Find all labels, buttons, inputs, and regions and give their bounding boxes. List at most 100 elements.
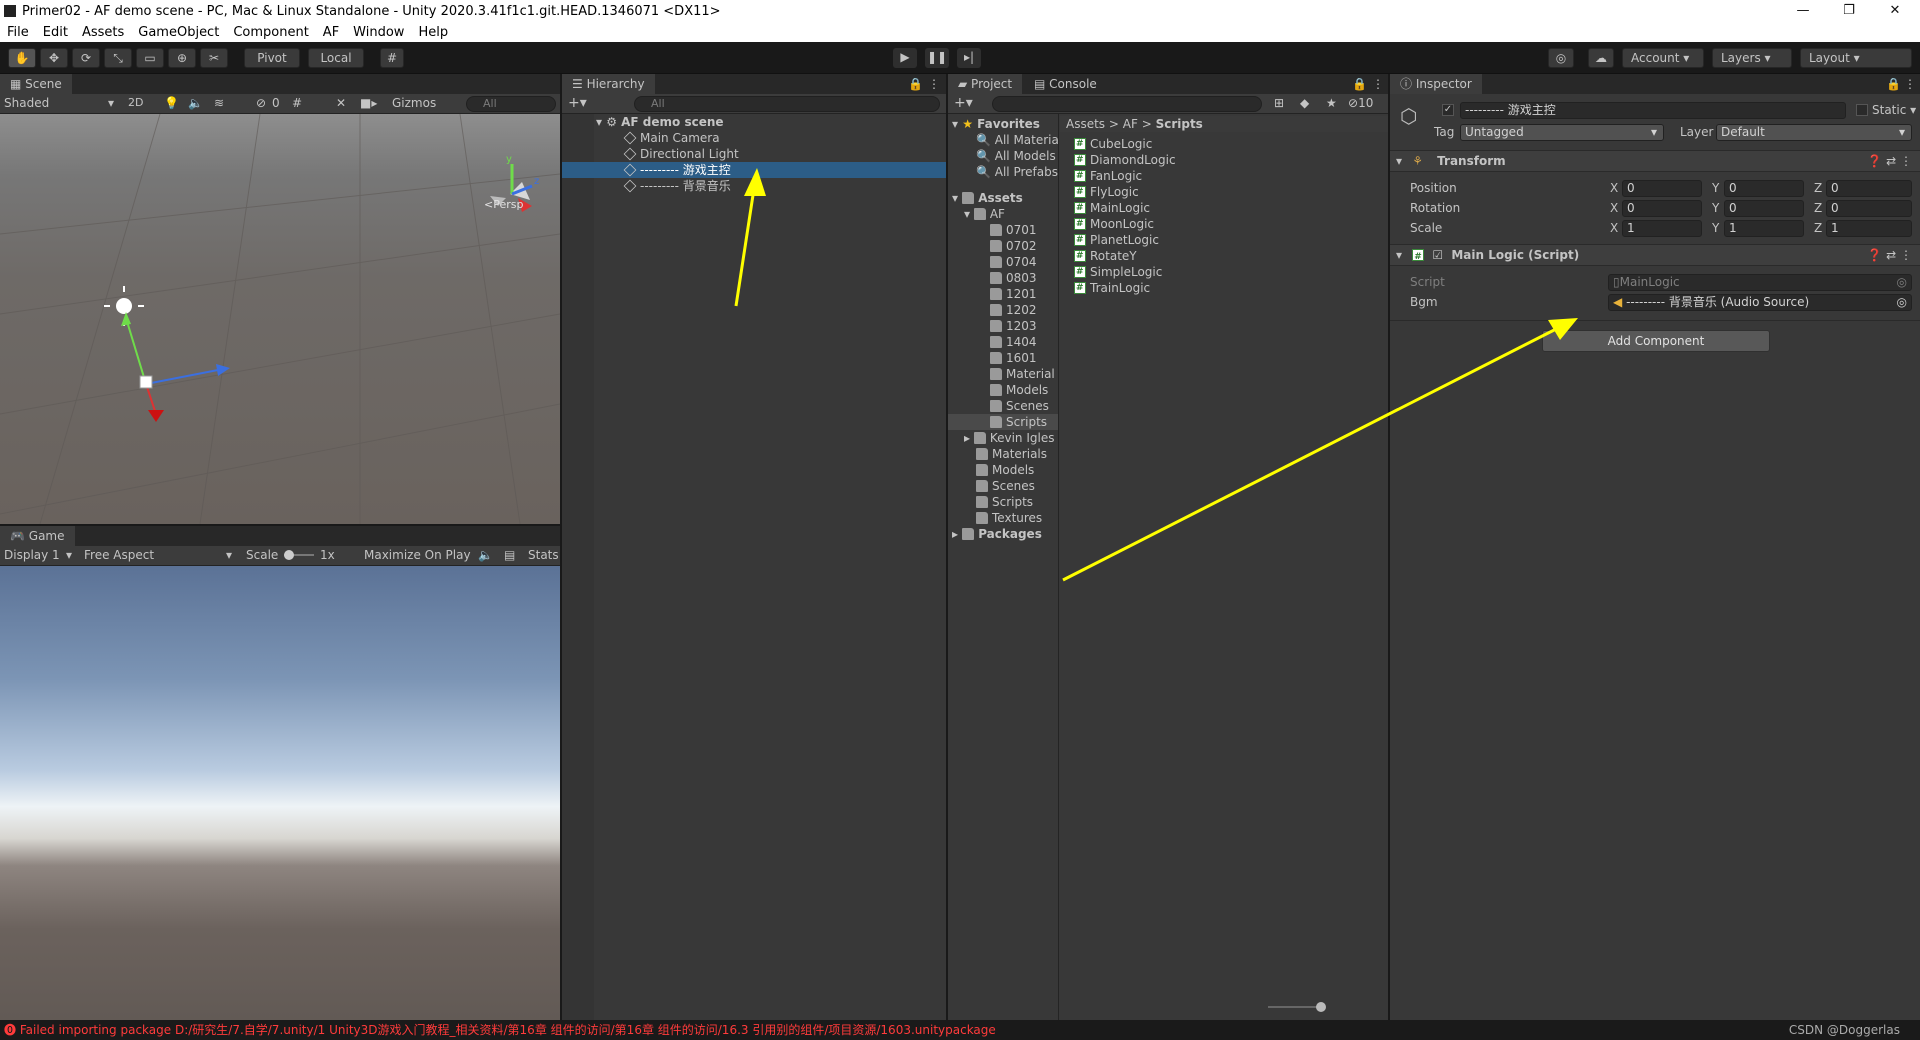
favorite-item[interactable]: 🔍 All Models: [976, 148, 1056, 164]
hidden-packages-icon[interactable]: ⊘10: [1348, 96, 1373, 110]
tab-hierarchy[interactable]: ☰ Hierarchy: [562, 74, 655, 94]
object-picker-icon[interactable]: ◎: [1897, 295, 1907, 310]
tab-scene[interactable]: ▦ Scene: [0, 74, 72, 94]
script-item[interactable]: MoonLogic: [1074, 216, 1154, 232]
project-search-input[interactable]: [992, 96, 1262, 112]
tab-inspector[interactable]: ⓘ Inspector: [1390, 74, 1482, 94]
script-item[interactable]: FanLogic: [1074, 168, 1142, 184]
filter-label-icon[interactable]: ◆: [1300, 96, 1309, 110]
pos-x-field[interactable]: 0: [1622, 180, 1702, 197]
project-create-button[interactable]: +▾: [954, 95, 973, 111]
status-bar[interactable]: ⓿ Failed importing package D:/研究生/7.自学/7…: [0, 1020, 1920, 1040]
step-button[interactable]: ▸|: [957, 48, 981, 68]
pos-y-field[interactable]: 0: [1724, 180, 1804, 197]
folder-item[interactable]: Models: [990, 382, 1048, 398]
pivot-toggle[interactable]: Pivot: [244, 48, 300, 68]
favorites-row[interactable]: ▾ ★ Favorites: [952, 116, 1040, 132]
folder-item[interactable]: 0702: [990, 238, 1037, 254]
folder-item[interactable]: Scenes: [990, 398, 1049, 414]
lock-icon[interactable]: 🔒: [1886, 77, 1901, 91]
game-viewport[interactable]: [0, 566, 560, 1020]
folder-item[interactable]: 1202: [990, 302, 1037, 318]
2d-toggle[interactable]: 2D: [128, 96, 143, 109]
menu-component[interactable]: Component: [226, 25, 315, 40]
hierarchy-search-input[interactable]: All: [634, 96, 940, 112]
tab-console[interactable]: ▤ Console: [1024, 74, 1107, 94]
lock-icon[interactable]: 🔒: [1352, 77, 1367, 91]
asset-folder-row[interactable]: Models: [976, 462, 1034, 478]
icon-size-slider-track[interactable]: [1268, 1006, 1320, 1008]
maximize-toggle[interactable]: Maximize On Play: [364, 548, 471, 562]
component-enabled-checkbox[interactable]: ☑: [1432, 248, 1443, 262]
rot-y-field[interactable]: 0: [1724, 200, 1804, 217]
cloud-icon[interactable]: ☁: [1588, 48, 1614, 68]
menu-help[interactable]: Help: [411, 25, 455, 40]
rotate-tool-icon[interactable]: ⟳: [72, 48, 100, 68]
component-menu-icons[interactable]: ❓ ⇄ ⋮: [1867, 151, 1912, 171]
assets-row[interactable]: ▾ Assets: [952, 190, 1023, 206]
mute-audio-icon[interactable]: 🔈: [478, 548, 493, 562]
tools-icon[interactable]: ✕: [336, 96, 346, 110]
tab-project[interactable]: ▰ Project: [948, 74, 1023, 94]
favorite-item[interactable]: 🔍 All Materia: [976, 132, 1059, 148]
folder-item-selected[interactable]: Scripts: [948, 414, 1058, 430]
script-item[interactable]: CubeLogic: [1074, 136, 1152, 152]
custom-tool-icon[interactable]: ✂: [200, 48, 228, 68]
layers-dropdown[interactable]: Layers ▾: [1712, 48, 1792, 68]
af-folder-row[interactable]: ▾ AF: [964, 206, 1005, 222]
folder-item[interactable]: 1601: [990, 350, 1037, 366]
hierarchy-item-directional-light[interactable]: Directional Light: [623, 146, 739, 162]
inspector-menu-icon[interactable]: ⋮: [1904, 77, 1916, 91]
component-menu-icons[interactable]: ❓ ⇄ ⋮: [1867, 245, 1912, 265]
close-icon[interactable]: ✕: [1872, 0, 1918, 22]
asset-folder-row[interactable]: Textures: [976, 510, 1042, 526]
lighting-toggle-icon[interactable]: 💡: [164, 96, 179, 110]
bgm-field[interactable]: ◀ --------- 背景音乐 (Audio Source) ◎: [1608, 294, 1912, 311]
local-toggle[interactable]: Local: [308, 48, 364, 68]
script-component-header[interactable]: ▾ ☑ Main Logic (Script) ❓ ⇄ ⋮: [1390, 244, 1920, 267]
asset-folder-row[interactable]: Materials: [976, 446, 1047, 462]
script-item[interactable]: SimpleLogic: [1074, 264, 1162, 280]
script-item[interactable]: RotateY: [1074, 248, 1137, 264]
grid-snap-icon[interactable]: #: [380, 48, 404, 68]
project-menu-icon[interactable]: ⋮: [1372, 77, 1384, 91]
scl-y-field[interactable]: 1: [1724, 220, 1804, 237]
transform-tool-icon[interactable]: ⊕: [168, 48, 196, 68]
script-item[interactable]: MainLogic: [1074, 200, 1150, 216]
rot-z-field[interactable]: 0: [1826, 200, 1912, 217]
effects-toggle-icon[interactable]: ≋: [214, 96, 224, 110]
camera-icon[interactable]: ■▸: [360, 96, 377, 110]
static-label[interactable]: Static ▾: [1872, 102, 1916, 118]
icon-size-slider-thumb[interactable]: [1316, 1002, 1326, 1012]
script-item[interactable]: FlyLogic: [1074, 184, 1139, 200]
breadcrumb-assets[interactable]: Assets: [1066, 117, 1105, 131]
menu-edit[interactable]: Edit: [36, 25, 75, 40]
rot-x-field[interactable]: 0: [1622, 200, 1702, 217]
minimize-icon[interactable]: —: [1780, 0, 1826, 22]
create-button[interactable]: +▾: [568, 95, 587, 111]
play-button[interactable]: ▶: [893, 48, 917, 68]
audio-toggle-icon[interactable]: 🔈: [188, 96, 203, 110]
display-dropdown[interactable]: Display 1: [4, 548, 60, 562]
layer-dropdown[interactable]: Default ▾: [1716, 124, 1912, 141]
scale-slider-thumb[interactable]: [284, 550, 294, 560]
menu-gameobject[interactable]: GameObject: [131, 25, 226, 40]
object-picker-icon[interactable]: ◎: [1897, 275, 1907, 290]
folder-item[interactable]: 1404: [990, 334, 1037, 350]
rect-tool-icon[interactable]: ▭: [136, 48, 164, 68]
script-item[interactable]: PlanetLogic: [1074, 232, 1159, 248]
menu-file[interactable]: File: [0, 25, 36, 40]
menu-af[interactable]: AF: [316, 25, 346, 40]
menu-assets[interactable]: Assets: [75, 25, 131, 40]
aspect-dropdown[interactable]: Free Aspect: [84, 548, 154, 562]
folder-item[interactable]: 0701: [990, 222, 1037, 238]
hierarchy-item-bgm[interactable]: --------- 背景音乐: [623, 178, 731, 194]
folder-item[interactable]: 1201: [990, 286, 1037, 302]
breadcrumb-scripts[interactable]: Scripts: [1156, 117, 1203, 131]
hidden-objects-icon[interactable]: ⊘: [256, 96, 266, 110]
layout-dropdown[interactable]: Layout ▾: [1800, 48, 1912, 68]
folder-item[interactable]: Material: [990, 366, 1055, 382]
stats-toggle[interactable]: Stats: [528, 548, 559, 562]
object-name-field[interactable]: --------- 游戏主控: [1460, 102, 1846, 119]
asset-folder-row[interactable]: Scripts: [976, 494, 1033, 510]
